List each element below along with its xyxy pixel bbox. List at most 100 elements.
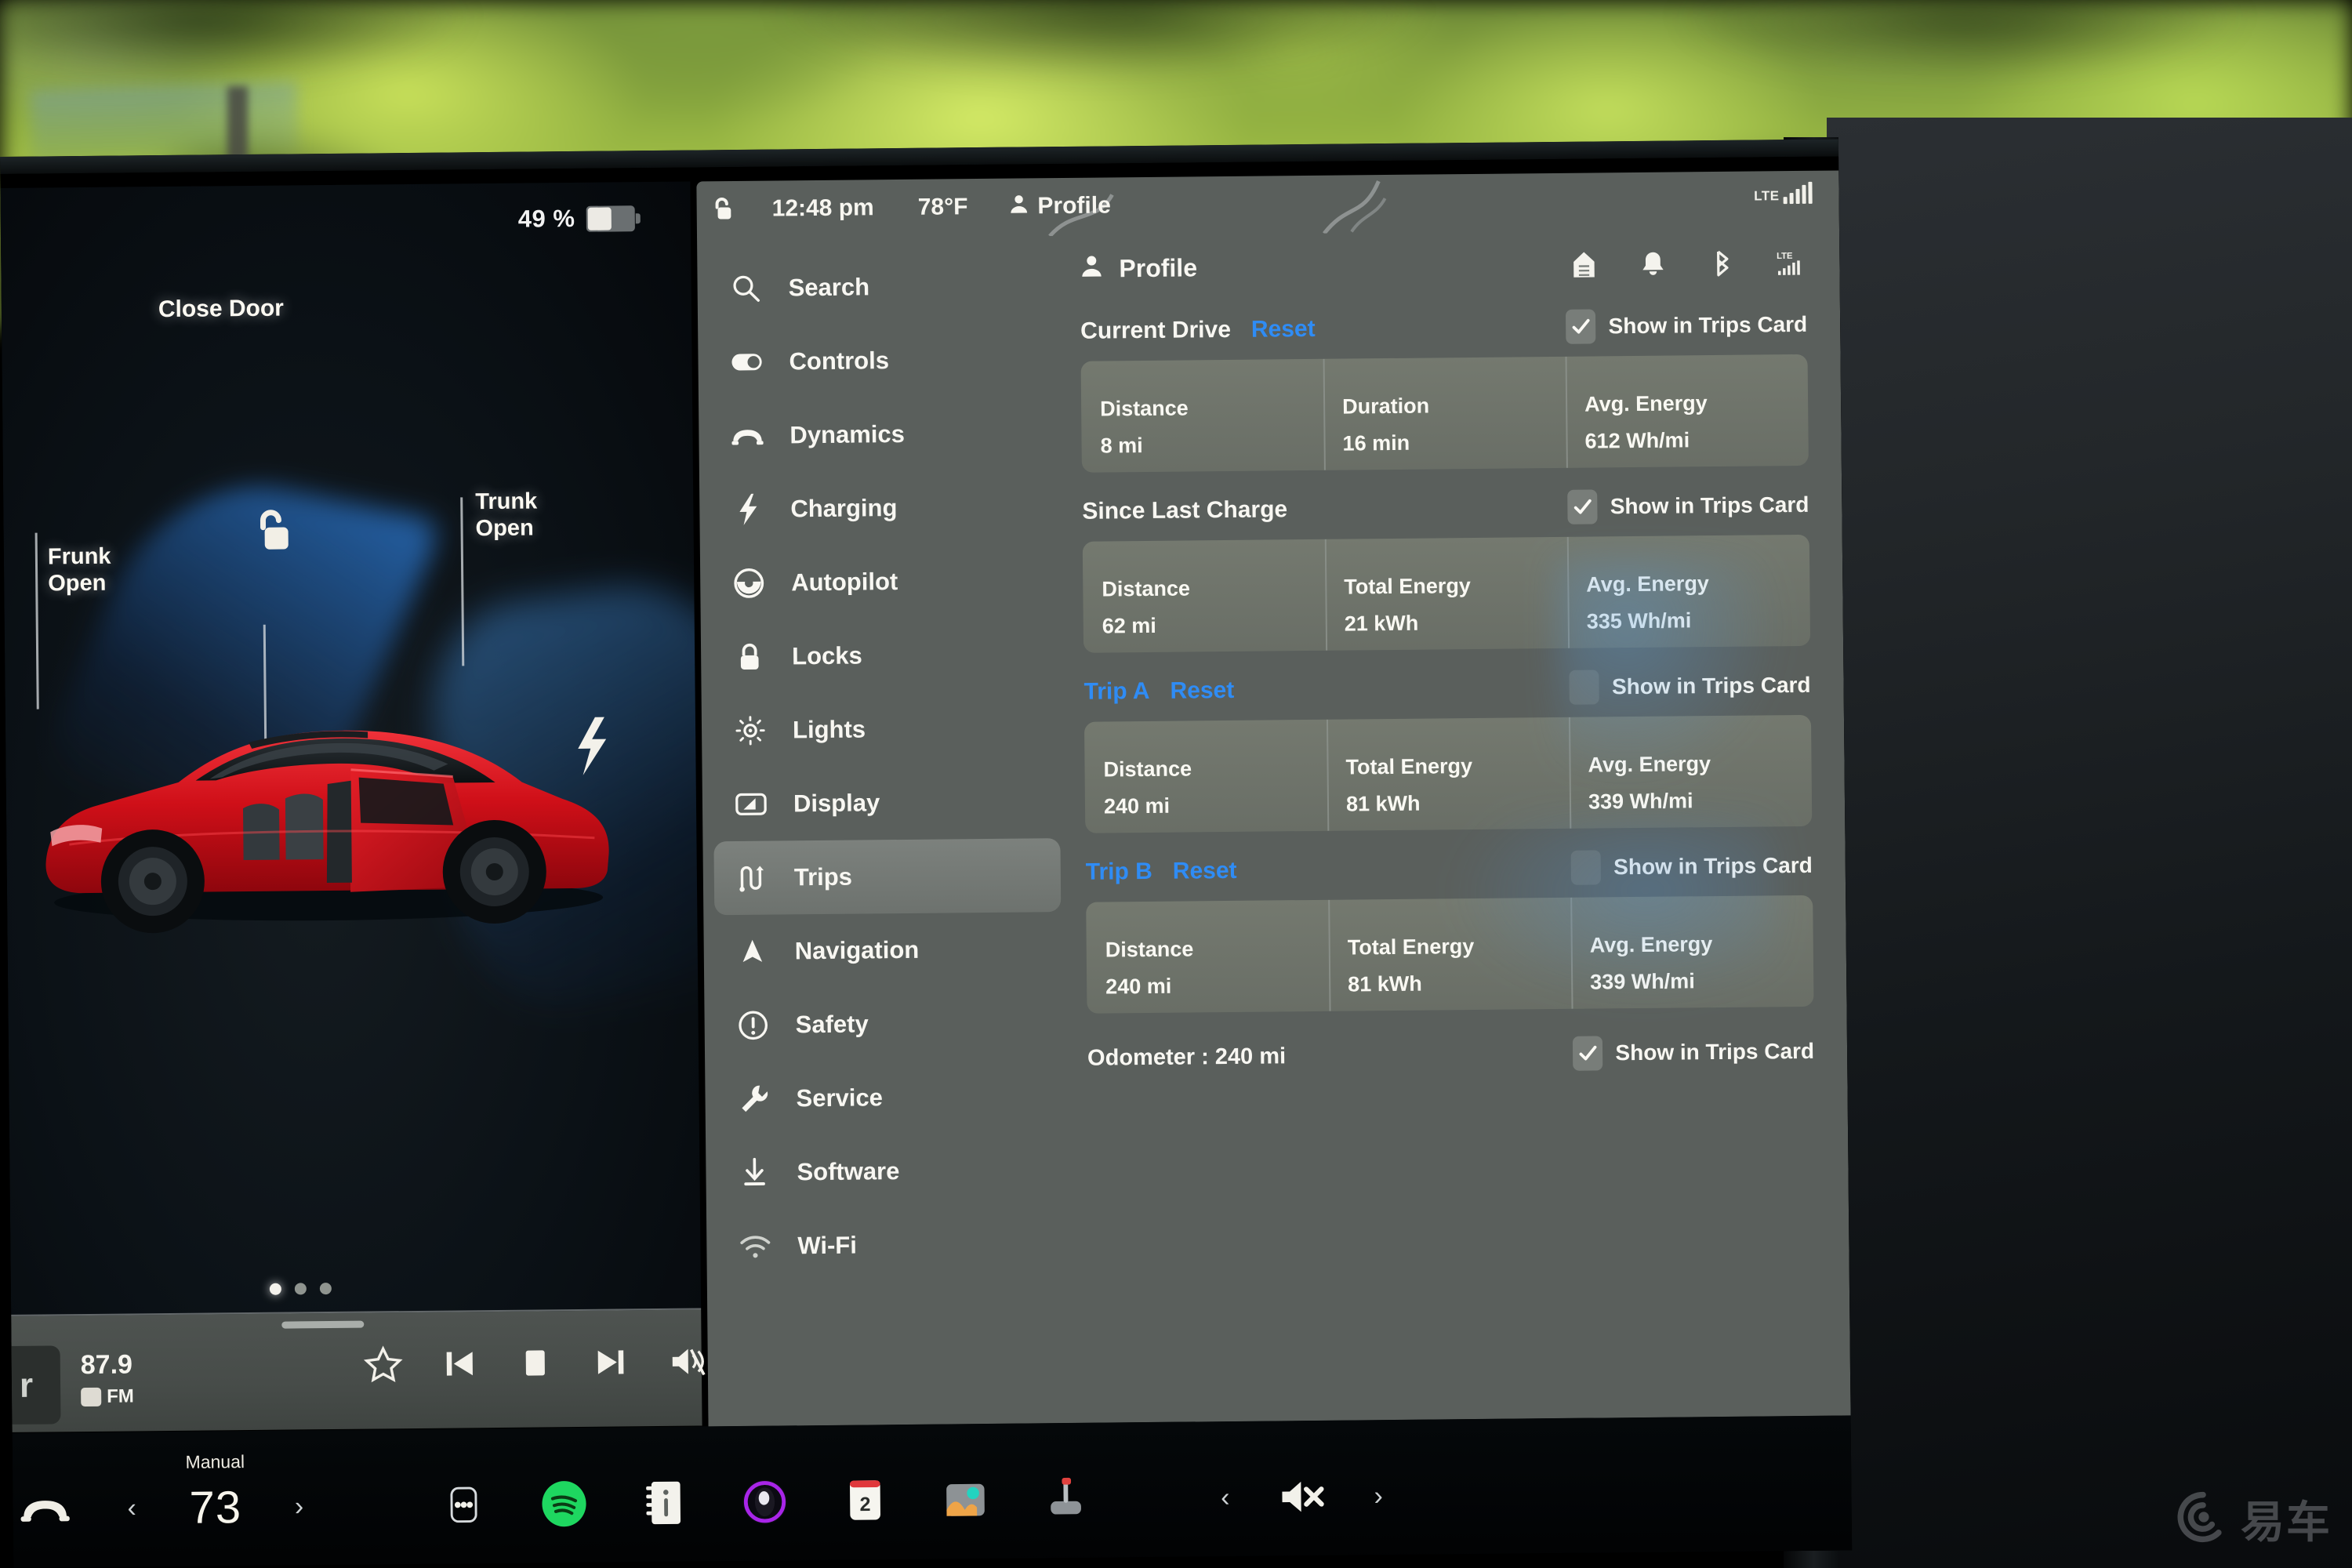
drag-handle[interactable]	[281, 1320, 365, 1329]
sidebar-item-label: Charging	[790, 494, 898, 523]
sidebar-item-trips[interactable]: Trips	[713, 838, 1062, 916]
checkbox-checked[interactable]	[1566, 309, 1596, 344]
sidebar-item-dynamics[interactable]: Dynamics	[710, 396, 1057, 473]
three-dots-icon[interactable]	[437, 1478, 491, 1532]
stats-card: Distance 8 mi Duration 16 min Avg. Energ…	[1080, 354, 1809, 473]
show-in-trips-card-toggle[interactable]: Show in Trips Card	[1570, 848, 1813, 885]
media-controls[interactable]	[363, 1341, 708, 1385]
unlocked-padlock-icon[interactable]	[250, 506, 295, 554]
sidebar-item-autopilot[interactable]: Autopilot	[711, 543, 1058, 620]
bolt-icon	[731, 492, 765, 527]
sidebar-item-safety[interactable]: Safety	[715, 985, 1062, 1062]
sidebar-item-display[interactable]: Display	[713, 764, 1061, 841]
section-title[interactable]: Trip A	[1083, 678, 1149, 706]
stat-value: 339 Wh/mi	[1590, 969, 1695, 994]
status-bar: 12:48 pm 78°F Profile LTE	[696, 170, 1839, 238]
climate-control[interactable]: ‹ Manual 73 ›	[127, 1451, 304, 1534]
checkbox-unchecked[interactable]	[1570, 850, 1602, 885]
sidebar-item-lights[interactable]: Lights	[713, 691, 1060, 768]
chevron-left-icon[interactable]: ‹	[127, 1493, 136, 1523]
section-since-last-charge: Since Last Charge Show in Trips Card Dis…	[1082, 485, 1811, 653]
stop-square-icon[interactable]	[515, 1342, 556, 1383]
chevron-right-icon[interactable]: ›	[295, 1491, 304, 1522]
media-player-bar[interactable]: r 87.9 FM	[0, 1308, 706, 1432]
camera-lens-icon[interactable]	[738, 1475, 792, 1529]
chevron-left-icon[interactable]: ‹	[1221, 1483, 1230, 1513]
stat-cell: Duration 16 min	[1323, 357, 1566, 470]
frunk-open-label[interactable]: Frunk Open	[48, 544, 111, 598]
stat-cell: Total Energy 21 kWh	[1325, 537, 1568, 651]
radio-band: FM	[81, 1385, 134, 1408]
home-icon[interactable]	[1568, 248, 1599, 279]
sidebar-item-wifi[interactable]: Wi-Fi	[717, 1207, 1065, 1283]
toggle-icon	[729, 345, 764, 379]
wifi-icon	[738, 1229, 772, 1264]
spotify-icon[interactable]	[537, 1477, 591, 1531]
checkbox-checked[interactable]	[1567, 489, 1598, 524]
temperature-display[interactable]: Manual 73	[157, 1451, 275, 1534]
page-dot-1[interactable]	[269, 1283, 281, 1295]
show-in-trips-card-toggle[interactable]: Show in Trips Card	[1573, 1034, 1814, 1071]
stat-key: Total Energy	[1344, 574, 1472, 599]
stat-cell: Avg. Energy 335 Wh/mi	[1567, 535, 1810, 648]
section-title[interactable]: Trip B	[1086, 858, 1152, 886]
star-icon[interactable]	[363, 1344, 404, 1385]
sidebar-item-search[interactable]: Search	[708, 249, 1055, 325]
chevron-right-icon[interactable]: ›	[1374, 1481, 1383, 1512]
checkbox-checked[interactable]	[1573, 1036, 1603, 1071]
bell-icon[interactable]	[1637, 248, 1668, 279]
navigation-arrow-icon	[735, 935, 770, 969]
stat-key: Distance	[1102, 576, 1191, 601]
skip-next-icon[interactable]	[591, 1341, 632, 1382]
lights-icon	[733, 713, 768, 748]
sidebar-item-navigation[interactable]: Navigation	[714, 912, 1062, 989]
profile-button[interactable]: Profile	[1008, 192, 1111, 220]
reset-button[interactable]: Reset	[1251, 316, 1316, 343]
stat-value: 335 Wh/mi	[1586, 608, 1692, 633]
show-in-trips-card-toggle[interactable]: Show in Trips Card	[1567, 488, 1809, 524]
stat-cell: Avg. Energy 612 Wh/mi	[1566, 354, 1809, 468]
show-in-trips-card-toggle[interactable]: Show in Trips Card	[1569, 668, 1811, 705]
sidebar-item-locks[interactable]: Locks	[712, 617, 1059, 694]
close-door-label[interactable]: Close Door	[2, 294, 441, 325]
reset-button[interactable]: Reset	[1170, 677, 1234, 705]
unlocked-padlock-icon[interactable]	[711, 196, 735, 223]
sidebar-item-charging[interactable]: Charging	[710, 470, 1058, 546]
battery-indicator[interactable]: 49 %	[518, 204, 635, 233]
page-dot-2[interactable]	[294, 1283, 307, 1295]
volume-mute-icon[interactable]	[667, 1341, 708, 1381]
checkbox-unchecked[interactable]	[1569, 670, 1600, 705]
section-trip-b: Trip B Reset Show in Trips Card Distance	[1086, 845, 1814, 1014]
calendar-icon[interactable]: 2	[838, 1474, 892, 1528]
photos-icon[interactable]	[938, 1473, 993, 1527]
settings-content: Profile LTE Current Drive Reset Show in …	[1065, 227, 1851, 1423]
manual-book-icon[interactable]	[637, 1476, 691, 1530]
stat-value: 240 mi	[1105, 974, 1172, 999]
trunk-open-label[interactable]: Trunk Open	[475, 488, 538, 543]
page-dots[interactable]	[269, 1283, 332, 1295]
skip-previous-icon[interactable]	[439, 1343, 480, 1384]
bluetooth-icon[interactable]	[1706, 247, 1737, 278]
stat-value: 62 mi	[1102, 613, 1156, 638]
lock-closed-icon	[732, 640, 767, 674]
display-icon	[734, 787, 768, 822]
show-in-trips-card-toggle[interactable]: Show in Trips Card	[1566, 307, 1807, 344]
stat-value: 16 min	[1342, 430, 1410, 456]
joystick-icon[interactable]	[1039, 1472, 1093, 1526]
sidebar-item-controls[interactable]: Controls	[709, 322, 1056, 399]
status-clock: 12:48 pm	[771, 194, 874, 222]
sidebar-item-software[interactable]: Software	[717, 1133, 1064, 1210]
show-in-trips-card-label: Show in Trips Card	[1610, 492, 1809, 519]
person-icon	[1008, 193, 1029, 220]
car-visualization-card[interactable]: 49 % Close Door Frunk Open Trunk Open	[0, 181, 702, 1323]
volume-control[interactable]: ‹ ›	[1221, 1469, 1383, 1524]
reset-button[interactable]: Reset	[1173, 858, 1237, 885]
bottom-taskbar: ‹ Manual 73 › 2 ‹ ›	[12, 1415, 1853, 1568]
page-dot-3[interactable]	[319, 1283, 332, 1295]
climate-temperature: 73	[189, 1481, 242, 1534]
stat-cell: Distance 8 mi	[1081, 359, 1324, 473]
car-front-icon[interactable]	[17, 1485, 73, 1533]
outside-temperature: 78°F	[917, 194, 968, 220]
sidebar-item-service[interactable]: Service	[716, 1059, 1063, 1136]
volume-mute-icon[interactable]	[1275, 1470, 1329, 1524]
